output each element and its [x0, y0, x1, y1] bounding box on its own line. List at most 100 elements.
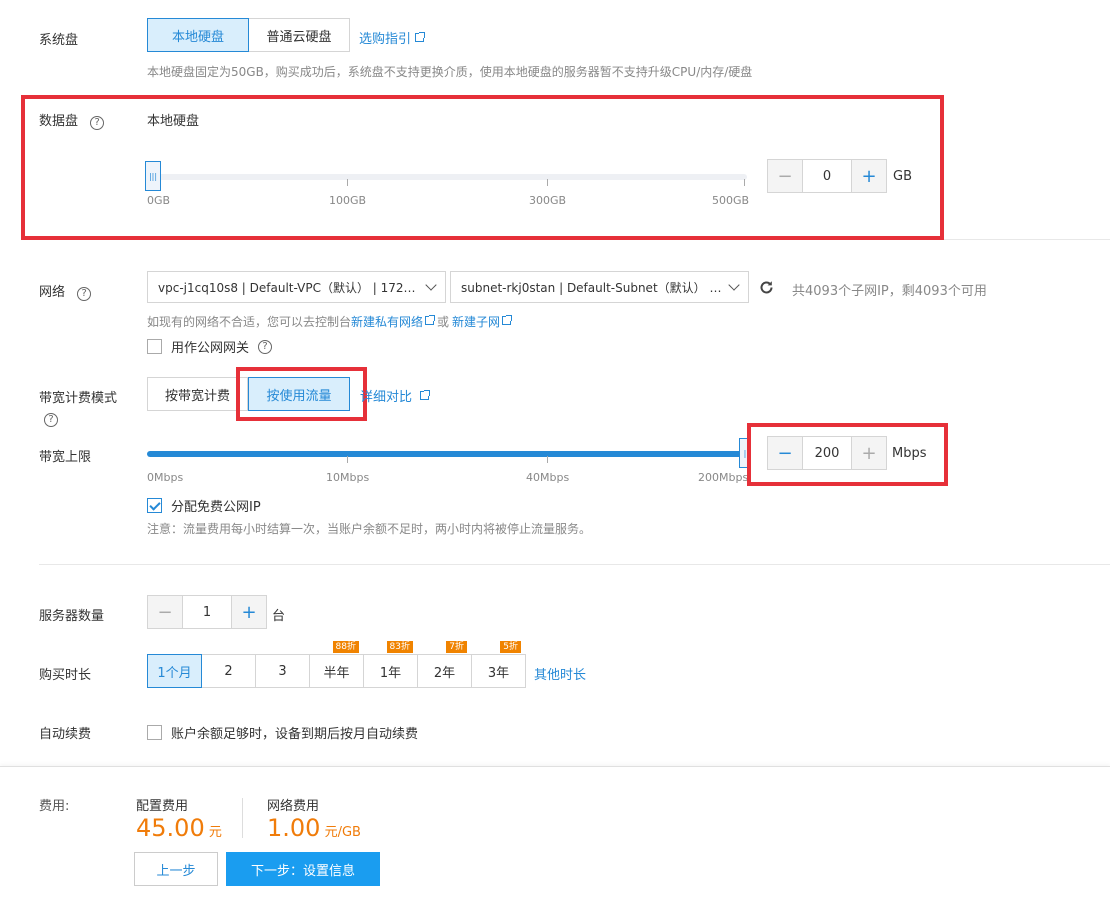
network-label-text: 网络	[39, 285, 66, 300]
compare-link[interactable]: 详细对比	[360, 386, 431, 405]
network-fee-value: 1.00	[267, 814, 321, 842]
system-disk-cloud-option[interactable]: 普通云硬盘	[249, 18, 350, 52]
chevron-down-icon	[425, 279, 437, 291]
duration-option-1-month[interactable]: 1个月	[147, 654, 202, 688]
tick-label: 500GB	[712, 194, 750, 207]
server-count-label: 服务器数量	[39, 609, 105, 624]
server-count-stepper: − +	[147, 595, 267, 629]
discount-badge: 83折	[386, 641, 413, 653]
new-subnet-link-label: 新建子网	[452, 315, 501, 329]
external-link-icon	[415, 32, 426, 42]
highlight-box-bandwidth	[747, 423, 948, 486]
fee-divider	[242, 798, 243, 838]
tick-label: 300GB	[529, 194, 567, 207]
divider	[944, 239, 1110, 240]
duration-option-label: 2年	[433, 665, 456, 681]
system-disk-options: 本地硬盘 普通云硬盘	[147, 18, 350, 52]
duration-option-label: 2	[224, 663, 233, 679]
auto-renew-label: 自动续费	[39, 727, 92, 742]
guide-link[interactable]: 选购指引	[359, 28, 426, 47]
help-icon[interactable]: ?	[90, 116, 105, 130]
network-label: 网络 ?	[39, 281, 92, 301]
data-disk-stepper: − +	[767, 159, 887, 193]
discount-badge: 7折	[446, 641, 467, 653]
data-disk-slider-track[interactable]	[147, 174, 747, 180]
plus-button[interactable]: +	[231, 596, 266, 628]
network-hint-text: 如现有的网络不合适，您可以去控制台	[147, 315, 352, 329]
plus-button[interactable]: +	[851, 160, 886, 192]
guide-link-label: 选购指引	[359, 32, 412, 47]
duration-option-half-year[interactable]: 半年 88折	[310, 641, 364, 688]
subnet-ip-info: 共4093个子网IP，剩4093个可用	[792, 284, 987, 299]
data-disk-type: 本地硬盘	[147, 114, 200, 129]
data-disk-input[interactable]	[803, 160, 851, 192]
system-disk-hint: 本地硬盘固定为50GB，购买成功后，系统盘不支持更换介质，使用本地硬盘的服务器暂…	[147, 65, 753, 79]
duration-option-3[interactable]: 3	[256, 654, 310, 688]
duration-options: 1个月 2 3 半年 88折 1年 83折 2年 7折 3年 5折	[147, 641, 526, 688]
tick-label: 0GB	[147, 194, 171, 207]
auto-renew-text: 账户余额足够时，设备到期后按月自动续费	[171, 727, 419, 742]
tick	[547, 179, 548, 186]
minus-button[interactable]: −	[148, 596, 183, 628]
new-subnet-link[interactable]: 新建子网	[452, 315, 513, 329]
other-duration-link[interactable]: 其他时长	[534, 664, 586, 683]
traffic-note: 注意：流量费用每小时结算一次，当账户余额不足时，两小时内将被停止流量服务。	[147, 522, 592, 536]
tick-label: 100GB	[329, 194, 367, 207]
bandwidth-mode-label: 带宽计费模式	[39, 391, 118, 406]
duration-option-3-year[interactable]: 3年 5折	[472, 641, 526, 688]
new-vpc-link[interactable]: 新建私有网络	[351, 315, 436, 329]
vpc-select[interactable]: vpc-j1cq10s8 | Default-VPC（默认） | 172…	[147, 271, 446, 303]
discount-badge: 5折	[500, 641, 521, 653]
help-icon[interactable]: ?	[77, 287, 92, 301]
help-icon[interactable]: ?	[44, 413, 58, 427]
prev-button[interactable]: 上一步	[134, 852, 218, 886]
minus-button[interactable]: −	[768, 160, 803, 192]
tick	[744, 179, 745, 186]
server-count-unit: 台	[272, 609, 286, 624]
duration-option-2[interactable]: 2	[202, 654, 256, 688]
data-disk-label-text: 数据盘	[39, 114, 79, 129]
duration-option-label: 3年	[487, 665, 510, 681]
free-ip-checkbox[interactable]	[147, 498, 162, 513]
vpc-select-value: vpc-j1cq10s8 | Default-VPC（默认） | 172…	[158, 280, 416, 295]
tick	[347, 179, 348, 186]
auto-renew-checkbox[interactable]	[147, 725, 162, 740]
server-count-input[interactable]	[183, 596, 231, 628]
tick	[547, 456, 548, 463]
duration-option-label: 1年	[379, 665, 402, 681]
purchase-duration-label: 购买时长	[39, 668, 92, 683]
data-disk-slider-handle[interactable]: |||	[145, 161, 161, 191]
subnet-select-value: subnet-rkj0stan | Default-Subnet（默认） …	[461, 280, 722, 295]
bandwidth-billing-option[interactable]: 按带宽计费	[147, 377, 248, 411]
config-fee-label: 配置费用	[136, 799, 189, 814]
duration-option-label: 半年	[323, 665, 350, 681]
config-fee-unit: 元	[208, 825, 222, 840]
subnet-select[interactable]: subnet-rkj0stan | Default-Subnet（默认） …	[450, 271, 749, 303]
tick-label: 10Mbps	[326, 471, 370, 484]
refresh-icon[interactable]	[758, 279, 775, 296]
gateway-label: 用作公网网关	[171, 341, 250, 356]
help-icon[interactable]: ?	[258, 339, 273, 354]
duration-option-2-year[interactable]: 2年 7折	[418, 641, 472, 688]
next-button[interactable]: 下一步：设置信息	[226, 852, 380, 886]
highlight-box-traffic	[236, 367, 367, 421]
network-fee-label: 网络费用	[267, 799, 320, 814]
divider	[39, 564, 1110, 565]
duration-option-1-year[interactable]: 1年 83折	[364, 641, 418, 688]
config-fee-value: 45.00	[136, 814, 205, 842]
discount-badge: 88折	[332, 641, 359, 653]
gateway-option: 用作公网网关 ?	[147, 337, 273, 356]
gateway-checkbox[interactable]	[147, 339, 162, 354]
tick-label: 200Mbps	[698, 471, 749, 484]
duration-option-label: 1个月	[157, 665, 192, 681]
new-vpc-link-label: 新建私有网络	[351, 315, 424, 329]
bandwidth-slider-track[interactable]	[147, 451, 747, 457]
tick	[347, 456, 348, 463]
external-link-icon	[420, 390, 431, 400]
network-fee-unit: 元/GB	[324, 825, 361, 840]
system-disk-local-option[interactable]: 本地硬盘	[147, 18, 249, 52]
fee-label: 费用:	[39, 799, 70, 814]
tick-label: 0Mbps	[147, 471, 184, 484]
config-fee: 45.00 元	[136, 814, 222, 842]
external-link-icon	[425, 315, 436, 325]
